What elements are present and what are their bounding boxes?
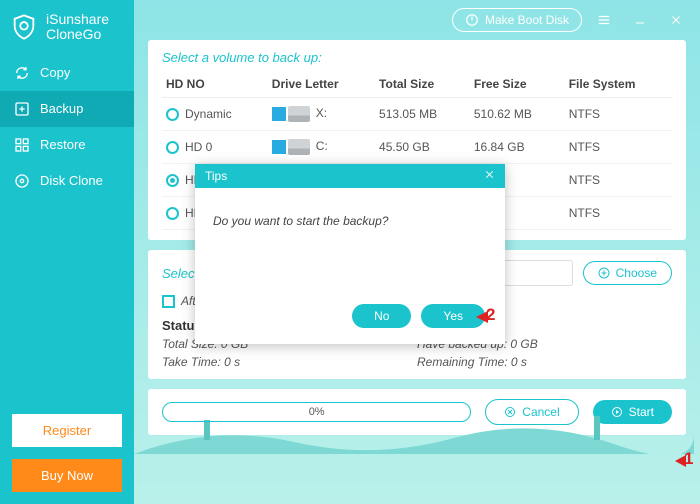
sidebar-item-restore[interactable]: Restore — [0, 127, 134, 163]
grid-icon — [14, 137, 30, 153]
close-icon — [484, 169, 495, 180]
status-remain: Remaining Time: 0 s — [417, 355, 672, 369]
sidebar-item-label: Backup — [40, 101, 83, 116]
dialog-body: Do you want to start the backup? — [195, 188, 505, 298]
sidebar-item-backup[interactable]: Backup — [0, 91, 134, 127]
close-icon — [670, 14, 682, 26]
sidebar-item-label: Disk Clone — [40, 173, 103, 188]
status-take: Take Time: 0 s — [162, 355, 417, 369]
sidebar-item-disk-clone[interactable]: Disk Clone — [0, 163, 134, 199]
volumes-title: Select a volume to back up: — [162, 50, 672, 65]
radio-icon — [166, 141, 179, 154]
drive-icon — [288, 139, 310, 155]
cancel-button[interactable]: Cancel — [485, 399, 578, 425]
app-title: iSunshare CloneGo — [46, 12, 109, 43]
col-drive: Drive Letter — [268, 71, 375, 98]
menu-button[interactable] — [590, 6, 618, 34]
refresh-icon — [14, 65, 30, 81]
col-hdno: HD NO — [162, 71, 268, 98]
register-button[interactable]: Register — [12, 414, 122, 447]
menu-icon — [597, 13, 611, 27]
disk-icon — [14, 173, 30, 189]
footer-bar: 0% Cancel Start — [148, 389, 686, 435]
checkbox-icon — [162, 295, 175, 308]
drive-icon — [288, 106, 310, 122]
plus-square-icon — [14, 101, 30, 117]
sidebar-item-label: Copy — [40, 65, 70, 80]
minimize-icon — [634, 14, 646, 26]
start-button[interactable]: Start — [593, 400, 672, 424]
table-row[interactable]: HD 0C:45.50 GB16.84 GBNTFS — [162, 131, 672, 164]
sidebar-nav: Copy Backup Restore Disk Clone — [0, 55, 134, 199]
shield-icon — [10, 13, 38, 41]
sidebar-item-copy[interactable]: Copy — [0, 55, 134, 91]
buy-now-button[interactable]: Buy Now — [12, 459, 122, 492]
radio-icon — [166, 207, 179, 220]
app-logo: iSunshare CloneGo — [0, 0, 134, 55]
sidebar: iSunshare CloneGo Copy Backup Restore Di… — [0, 0, 134, 504]
table-row[interactable]: DynamicX:513.05 MB510.62 MBNTFS — [162, 98, 672, 131]
radio-icon — [166, 108, 179, 121]
play-icon — [611, 406, 623, 418]
power-icon — [465, 13, 479, 27]
col-free: Free Size — [470, 71, 565, 98]
titlebar: Make Boot Disk — [134, 0, 700, 40]
minimize-button[interactable] — [626, 6, 654, 34]
windows-icon — [272, 107, 286, 121]
annotation-2: 2 — [486, 305, 495, 325]
progress-bar: 0% — [162, 402, 471, 422]
dialog-footer: No Yes — [195, 298, 505, 344]
choose-button[interactable]: Choose — [583, 261, 672, 285]
tips-dialog: Tips Do you want to start the backup? No… — [195, 164, 505, 344]
sidebar-item-label: Restore — [40, 137, 86, 152]
dialog-header: Tips — [195, 164, 505, 188]
dialog-title: Tips — [205, 169, 227, 183]
close-button[interactable] — [662, 6, 690, 34]
col-fs: File System — [565, 71, 672, 98]
no-button[interactable]: No — [352, 304, 411, 328]
progress-text: 0% — [163, 403, 470, 421]
radio-icon — [166, 174, 179, 187]
col-total: Total Size — [375, 71, 470, 98]
make-boot-disk-button[interactable]: Make Boot Disk — [452, 8, 582, 32]
annotation-1: 1 — [684, 449, 693, 469]
dialog-close-button[interactable] — [484, 169, 495, 183]
plus-icon — [598, 267, 610, 279]
cancel-icon — [504, 406, 516, 418]
windows-icon — [272, 140, 286, 154]
